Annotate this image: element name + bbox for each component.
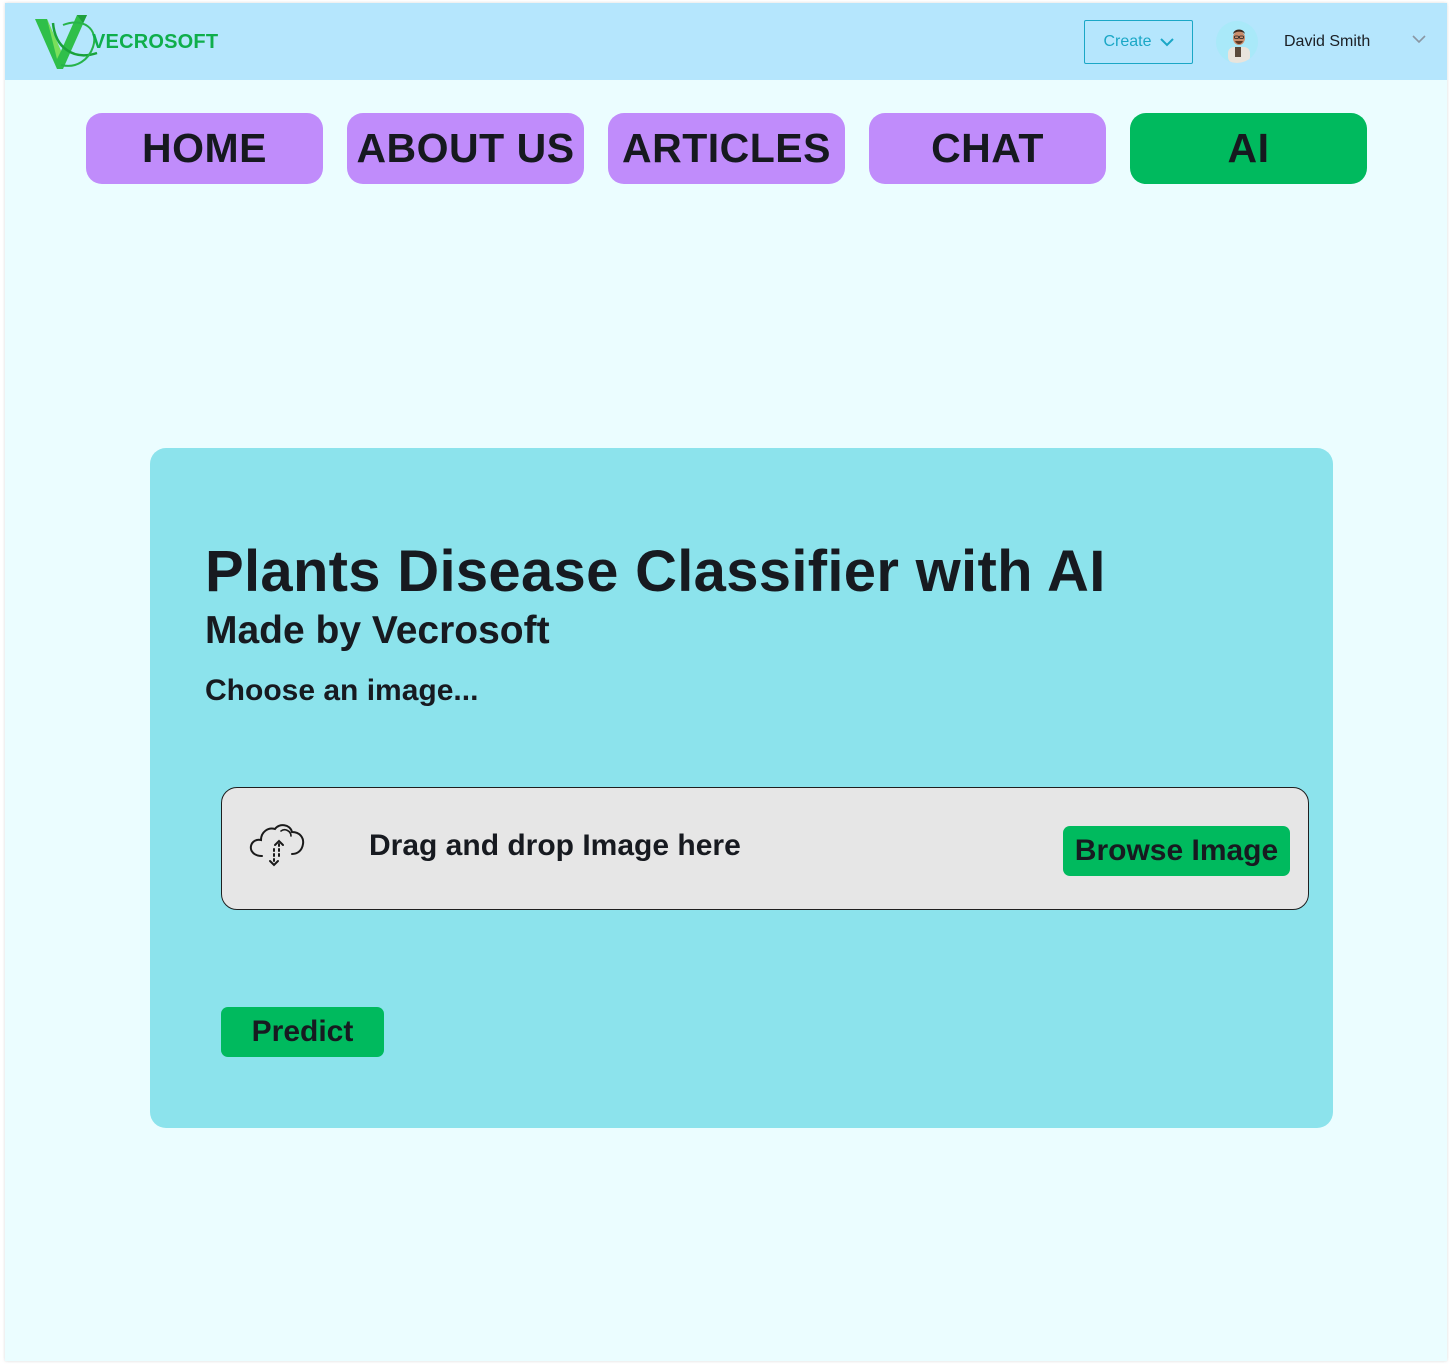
brand-logo[interactable]: VECROSOFT [33, 13, 223, 71]
choose-image-label: Choose an image... [205, 674, 479, 707]
nav-about-us-button[interactable]: ABOUT US [347, 113, 584, 184]
chevron-down-icon [1412, 35, 1426, 44]
user-menu[interactable]: David Smith [1216, 21, 1426, 63]
nav-home-button[interactable]: HOME [86, 113, 323, 184]
nav-articles-button[interactable]: ARTICLES [608, 113, 845, 184]
top-header: VECROSOFT Create David Smith [5, 3, 1447, 80]
nav-chat-button[interactable]: CHAT [869, 113, 1106, 184]
dropzone-text: Drag and drop Image here [369, 829, 741, 862]
create-label: Create [1103, 33, 1152, 50]
page-subtitle: Made by Vecrosoft [205, 609, 550, 652]
user-name: David Smith [1284, 33, 1371, 50]
nav-ai-button[interactable]: AI [1130, 113, 1367, 184]
app-frame: VECROSOFT Create David Smith HOME ABOUT … [5, 3, 1447, 1361]
image-dropzone[interactable]: Drag and drop Image here Browse Image [221, 787, 1309, 910]
browse-image-button[interactable]: Browse Image [1063, 826, 1290, 876]
predict-button[interactable]: Predict [221, 1007, 384, 1057]
avatar [1216, 21, 1258, 63]
cloud-upload-icon [249, 824, 305, 867]
brand-name: VECROSOFT [92, 31, 219, 53]
chevron-down-icon [1159, 37, 1174, 46]
user-photo-icon [1216, 21, 1258, 63]
page-title: Plants Disease Classifier with AI [205, 539, 1106, 604]
classifier-card: Plants Disease Classifier with AI Made b… [150, 448, 1333, 1128]
create-dropdown-button[interactable]: Create [1084, 20, 1193, 64]
